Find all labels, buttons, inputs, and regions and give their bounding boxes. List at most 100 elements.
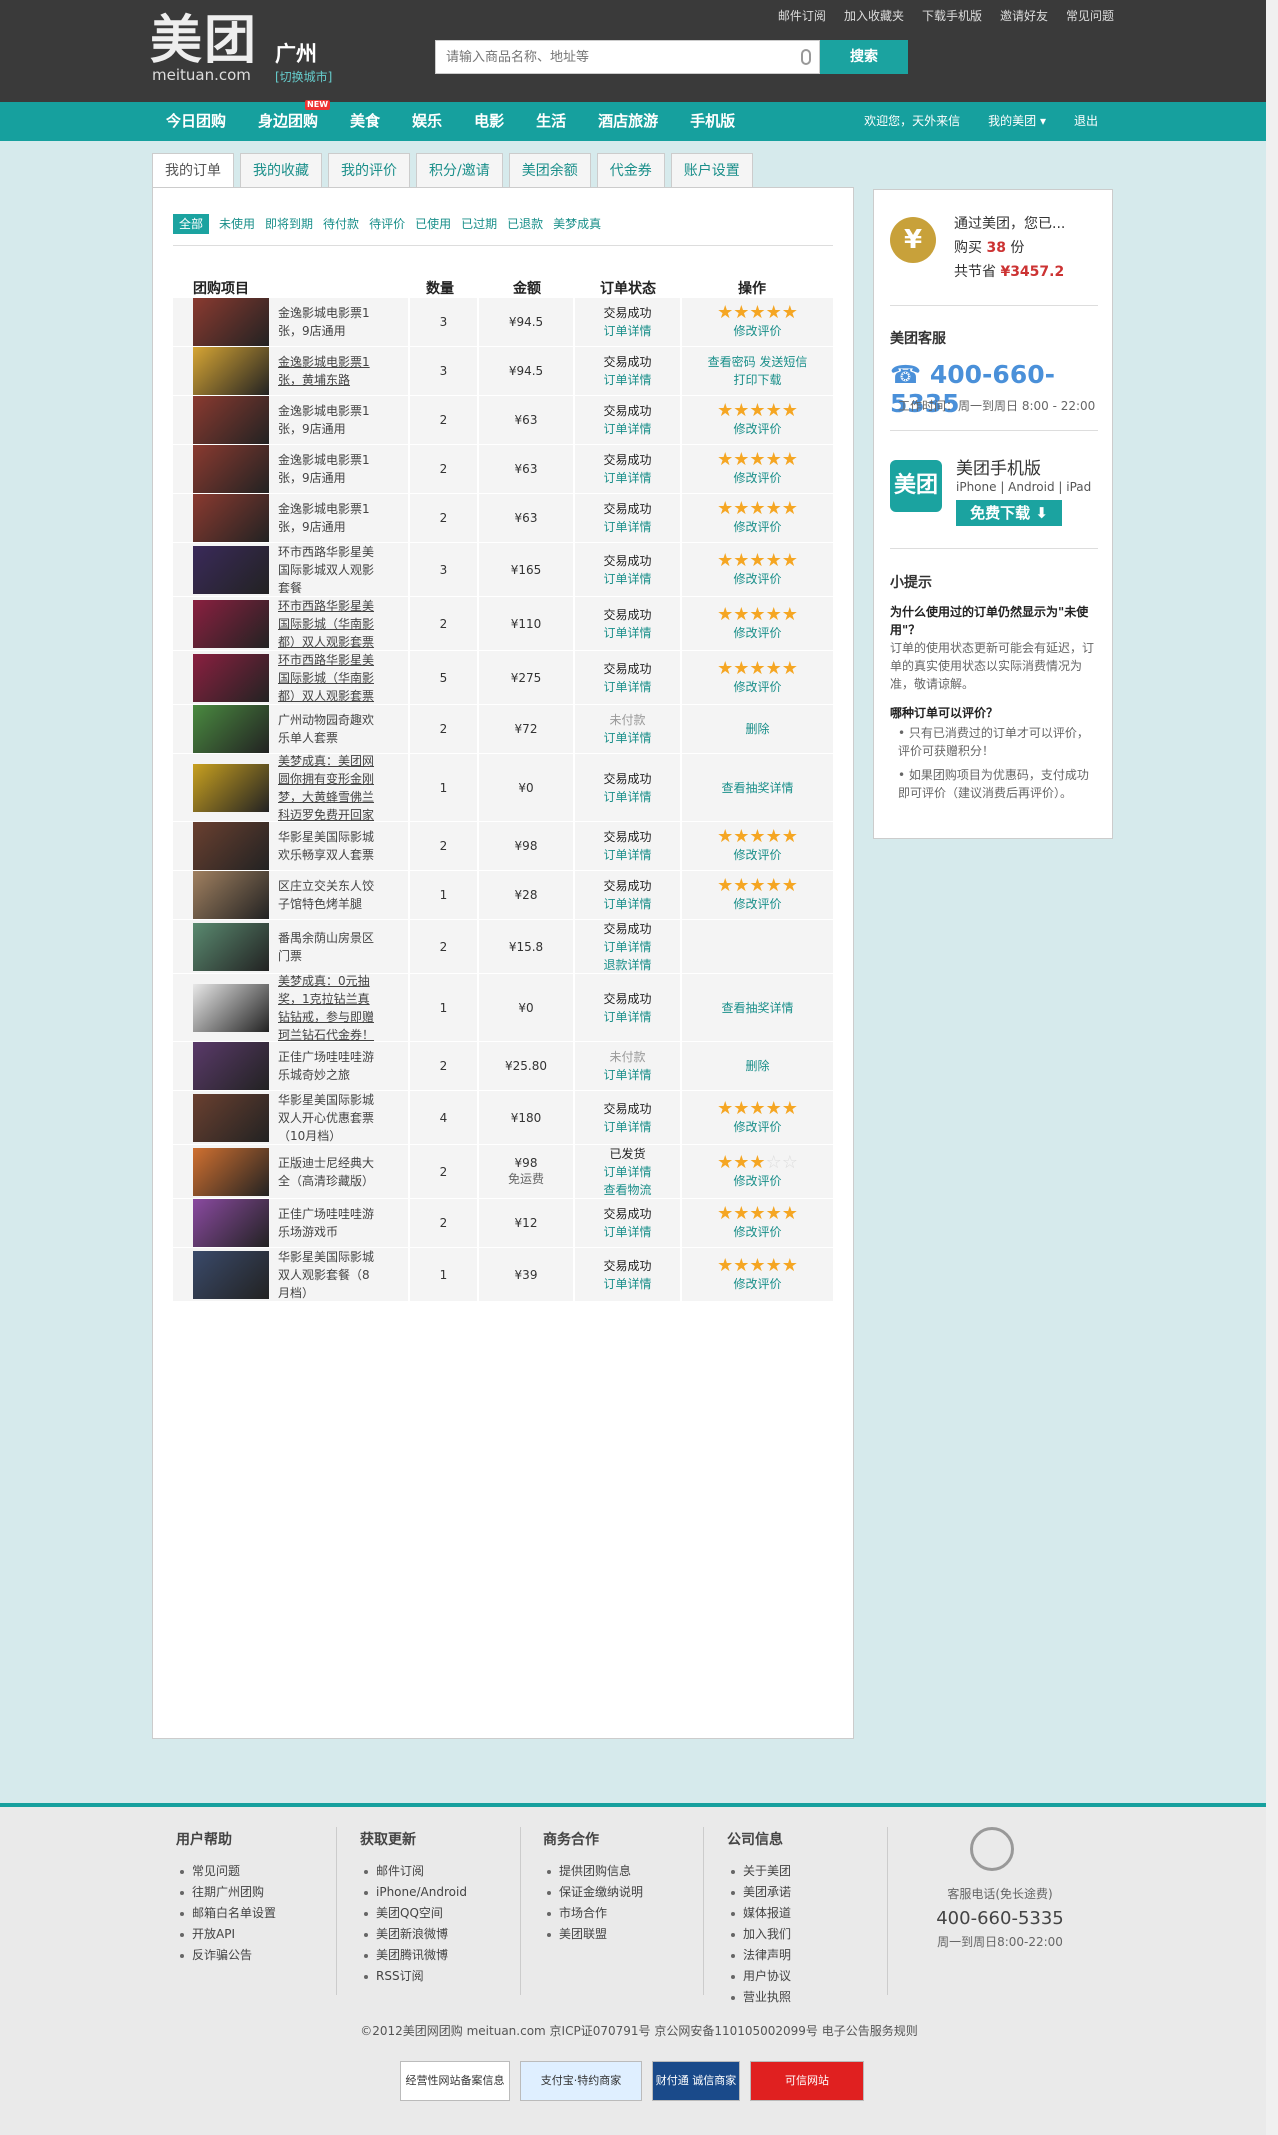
view-code-link[interactable]: 查看密码 <box>708 355 756 369</box>
deal-name[interactable]: 美梦成真：美团网圆你拥有变形金刚梦，大黄蜂雪佛兰科迈罗免费开回家 <box>278 752 378 824</box>
deal-thumbnail[interactable] <box>193 1042 269 1090</box>
footer-link[interactable]: 加入我们 <box>727 1924 791 1945</box>
edit-review-link[interactable]: 修改评价 <box>733 420 781 438</box>
deal-thumbnail[interactable] <box>193 763 269 812</box>
nav-today[interactable]: 今日团购 <box>150 102 242 141</box>
footer-link[interactable]: 反诈骗公告 <box>176 1945 276 1966</box>
footer-link[interactable]: 营业执照 <box>727 1987 791 2008</box>
deal-name[interactable]: 金逸影城电影票1张，9店通用 <box>278 402 378 438</box>
tab-vouchers[interactable]: 代金券 <box>596 153 665 187</box>
scrollbar[interactable] <box>1266 0 1278 2135</box>
deal-name[interactable]: 华影星美国际影城双人观影套餐（8月档） <box>278 1248 378 1302</box>
deal-name[interactable]: 华影星美国际影城双人开心优惠套票（10月档） <box>278 1091 378 1145</box>
footer-link[interactable]: 邮箱白名单设置 <box>176 1903 276 1924</box>
deal-name[interactable]: 正版迪士尼经典大全（高清珍藏版） <box>278 1154 378 1190</box>
footer-link[interactable]: 保证金缴纳说明 <box>543 1882 643 1903</box>
order-detail-link[interactable]: 订单详情 <box>603 420 651 438</box>
deal-thumbnail[interactable] <box>193 396 269 444</box>
badge-tenpay[interactable]: 财付通 诚信商家 <box>652 2061 740 2101</box>
logout-link[interactable]: 退出 <box>1074 102 1098 141</box>
edit-review-link[interactable]: 修改评价 <box>733 1275 781 1293</box>
switch-city-link[interactable]: [切换城市] <box>275 68 332 85</box>
edit-review-link[interactable]: 修改评价 <box>733 518 781 536</box>
footer-link[interactable]: 往期广州团购 <box>176 1882 276 1903</box>
deal-thumbnail[interactable] <box>193 822 269 870</box>
footer-link[interactable]: 法律声明 <box>727 1945 791 1966</box>
edit-review-link[interactable]: 修改评价 <box>733 846 781 864</box>
deal-thumbnail[interactable] <box>193 983 269 1032</box>
order-extra-link[interactable]: 退款详情 <box>603 956 651 974</box>
footer-link[interactable]: 市场合作 <box>543 1903 643 1924</box>
edit-review-link[interactable]: 修改评价 <box>733 678 781 696</box>
deal-name[interactable]: 区庄立交关东人饺子馆特色烤羊腿 <box>278 877 378 913</box>
edit-review-link[interactable]: 修改评价 <box>733 895 781 913</box>
delete-link[interactable]: 删除 <box>745 1057 769 1075</box>
footer-link[interactable]: 美团新浪微博 <box>360 1924 467 1945</box>
order-detail-link[interactable]: 订单详情 <box>603 1223 651 1241</box>
deal-thumbnail[interactable] <box>193 653 269 702</box>
rating-stars[interactable]: ★★★★★ <box>717 304 798 322</box>
deal-thumbnail[interactable] <box>193 545 269 594</box>
search-input[interactable] <box>436 41 819 73</box>
add-favorite-link[interactable]: 加入收藏夹 <box>844 7 904 24</box>
edit-review-link[interactable]: 修改评价 <box>733 1118 781 1136</box>
order-detail-link[interactable]: 订单详情 <box>603 938 651 956</box>
order-detail-link[interactable]: 订单详情 <box>603 322 651 340</box>
order-detail-link[interactable]: 订单详情 <box>603 729 651 747</box>
footer-link[interactable]: RSS订阅 <box>360 1966 467 1987</box>
filter-expiring[interactable]: 即将到期 <box>265 214 313 234</box>
rating-stars[interactable]: ★★★★★ <box>717 402 798 420</box>
deal-thumbnail[interactable] <box>193 445 269 493</box>
deal-name[interactable]: 广州动物园奇趣欢乐单人套票 <box>278 711 378 747</box>
filter-to-review[interactable]: 待评价 <box>369 214 405 234</box>
order-detail-link[interactable]: 订单详情 <box>603 469 651 487</box>
edit-review-link[interactable]: 修改评价 <box>733 1172 781 1190</box>
badge-trusted[interactable]: 可信网站 <box>750 2061 864 2101</box>
order-detail-link[interactable]: 订单详情 <box>603 788 651 806</box>
rating-stars[interactable]: ★★★★★ <box>717 1099 798 1118</box>
delete-link[interactable]: 删除 <box>745 720 769 738</box>
deal-thumbnail[interactable] <box>193 599 269 648</box>
deal-name[interactable]: 正佳广场哇哇哇游乐场游戏币 <box>278 1205 378 1241</box>
deal-thumbnail[interactable] <box>193 298 269 346</box>
footer-link[interactable]: 开放API <box>176 1924 276 1945</box>
nav-nearby[interactable]: 身边团购 NEW <box>242 100 334 141</box>
rating-stars[interactable]: ★★★★★ <box>717 500 798 518</box>
nav-fun[interactable]: 娱乐 <box>396 102 458 141</box>
order-detail-link[interactable]: 订单详情 <box>603 1275 651 1293</box>
rating-stars[interactable]: ★★★★★ <box>717 659 798 678</box>
rating-stars[interactable]: ★★★★★ <box>717 877 798 895</box>
rating-stars[interactable]: ★★★☆☆ <box>717 1153 798 1172</box>
invite-friends-link[interactable]: 邀请好友 <box>1000 7 1048 24</box>
tab-points[interactable]: 积分/邀请 <box>416 153 503 187</box>
order-detail-link[interactable]: 订单详情 <box>603 1008 651 1026</box>
order-detail-link[interactable]: 订单详情 <box>603 518 651 536</box>
deal-name[interactable]: 金逸影城电影票1张，9店通用 <box>278 304 378 340</box>
rating-stars[interactable]: ★★★★★ <box>717 828 798 846</box>
rating-stars[interactable]: ★★★★★ <box>717 605 798 624</box>
order-detail-link[interactable]: 订单详情 <box>603 678 651 696</box>
tab-settings[interactable]: 账户设置 <box>670 153 753 187</box>
send-sms-link[interactable]: 发送短信 <box>759 355 807 369</box>
filter-expired[interactable]: 已过期 <box>461 214 497 234</box>
edit-review-link[interactable]: 修改评价 <box>733 1223 781 1241</box>
faq-link[interactable]: 常见问题 <box>1066 7 1114 24</box>
footer-link[interactable]: 常见问题 <box>176 1861 276 1882</box>
filter-refunded[interactable]: 已退款 <box>507 214 543 234</box>
order-detail-link[interactable]: 订单详情 <box>603 1066 651 1084</box>
order-detail-link[interactable]: 订单详情 <box>603 1163 651 1181</box>
nav-movie[interactable]: 电影 <box>458 102 520 141</box>
order-detail-link[interactable]: 订单详情 <box>603 624 651 642</box>
footer-link[interactable]: 美团承诺 <box>727 1882 791 1903</box>
deal-thumbnail[interactable] <box>193 871 269 919</box>
edit-review-link[interactable]: 修改评价 <box>733 624 781 642</box>
my-meituan-menu[interactable]: 我的美团 ▾ <box>988 102 1046 141</box>
print-download-link[interactable]: 打印下载 <box>733 371 781 389</box>
footer-link[interactable]: iPhone/Android <box>360 1882 467 1903</box>
deal-thumbnail[interactable] <box>193 494 269 542</box>
badge-icp[interactable]: 经营性网站备案信息 <box>400 2061 510 2101</box>
footer-link[interactable]: 美团QQ空间 <box>360 1903 467 1924</box>
order-detail-link[interactable]: 订单详情 <box>603 570 651 588</box>
deal-name[interactable]: 金逸影城电影票1张，黄埔东路 <box>278 353 378 389</box>
deal-thumbnail[interactable] <box>193 347 269 395</box>
